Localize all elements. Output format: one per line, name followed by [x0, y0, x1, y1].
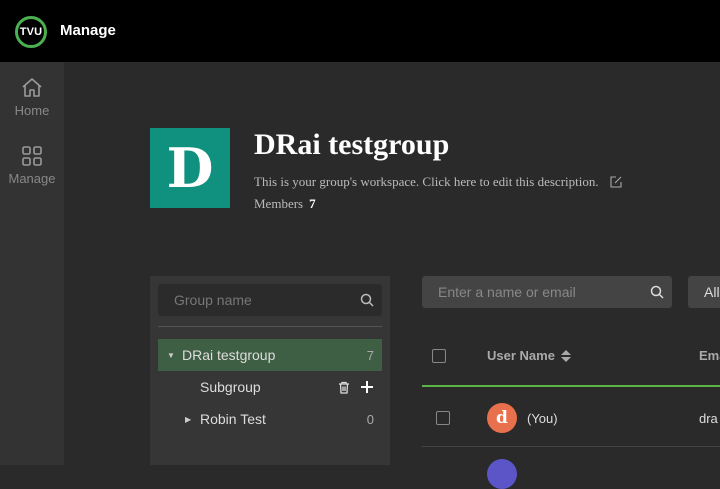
members-label: Members [254, 196, 304, 211]
tree-node-label: DRai testgroup [182, 347, 276, 363]
members-summary: Members 7 [254, 196, 316, 212]
caret-right-icon[interactable]: ▶ [185, 415, 195, 424]
avatar: d [487, 403, 517, 433]
select-all-checkbox[interactable] [432, 349, 446, 363]
main-content: D DRai testgroup This is your group's wo… [64, 62, 720, 489]
members-count: 7 [309, 196, 316, 211]
tree-node-actions [338, 380, 374, 394]
app-title: Manage [60, 22, 116, 39]
group-title: DRai testgroup [254, 128, 450, 161]
sidebar-item-label: Manage [8, 171, 56, 186]
user-email: dra [699, 411, 718, 426]
search-icon[interactable] [650, 285, 664, 299]
group-avatar: D [150, 128, 230, 208]
table-row: d (You) dra [422, 387, 720, 447]
divider [158, 326, 382, 327]
user-name: (You) [527, 411, 558, 426]
user-search-box [422, 276, 672, 308]
tree-node-drai-testgroup[interactable]: ▼ DRai testgroup 7 [158, 339, 382, 371]
tree-node-label: Subgroup [200, 379, 261, 395]
row-checkbox[interactable] [436, 411, 450, 425]
top-bar: TVU Manage [0, 0, 720, 62]
group-description[interactable]: This is your group's workspace. Click he… [254, 174, 623, 190]
group-tree-panel: ▼ DRai testgroup 7 Subgroup ▶ Robin Test… [150, 276, 390, 465]
tree-node-count: 0 [366, 411, 374, 427]
plus-icon[interactable] [360, 380, 374, 394]
caret-down-icon[interactable]: ▼ [167, 351, 177, 360]
sidebar: Home Manage [0, 62, 64, 465]
group-avatar-letter: D [166, 136, 214, 200]
trash-icon[interactable] [338, 381, 350, 394]
role-filter-label: All [704, 284, 720, 300]
sidebar-item-manage[interactable]: Manage [0, 144, 64, 186]
column-header-label: User Name [487, 348, 555, 363]
sidebar-item-home[interactable]: Home [0, 76, 64, 118]
tree-node-label: Robin Test [200, 411, 266, 427]
grid-icon [22, 146, 42, 166]
logo-text: TVU [19, 26, 43, 38]
tree-node-count: 7 [366, 347, 374, 363]
home-icon [22, 78, 42, 97]
user-search-input[interactable] [422, 276, 672, 308]
group-description-text[interactable]: This is your group's workspace. Click he… [254, 174, 599, 190]
search-icon[interactable] [360, 293, 374, 307]
sidebar-item-label: Home [14, 103, 50, 118]
group-search-box [158, 284, 382, 316]
column-header-email[interactable]: Email [699, 348, 720, 363]
tvu-logo[interactable]: TVU [15, 16, 47, 48]
sort-icon[interactable] [560, 349, 571, 362]
users-table-header: User Name Email [422, 337, 720, 387]
column-header-username[interactable]: User Name [487, 348, 571, 363]
edit-icon[interactable] [609, 175, 623, 189]
tree-node-subgroup[interactable]: Subgroup [158, 371, 382, 403]
avatar [487, 459, 517, 489]
tree-node-robin-test[interactable]: ▶ Robin Test 0 [158, 403, 382, 435]
group-search-input[interactable] [158, 284, 382, 316]
role-filter-dropdown[interactable]: All [688, 276, 720, 308]
